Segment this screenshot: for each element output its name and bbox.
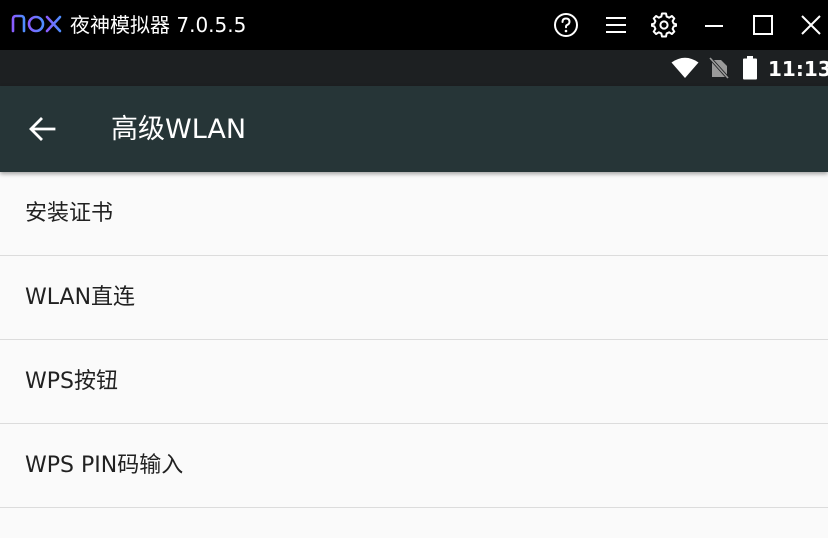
minimize-icon[interactable] [699, 8, 729, 42]
app-toolbar: 高级WLAN [0, 86, 828, 172]
list-item-label: WPS按钮 [25, 369, 118, 394]
settings-icon[interactable] [649, 8, 679, 42]
wifi-icon [671, 57, 699, 78]
close-icon[interactable] [796, 8, 826, 42]
emulator-app-title: 夜神模拟器 7.0.5.5 [70, 13, 247, 37]
nox-logo [11, 14, 62, 33]
list-item-install-certificate[interactable]: 安装证书 [0, 172, 828, 256]
menu-icon[interactable] [601, 8, 631, 42]
page-title: 高级WLAN [111, 114, 247, 145]
back-button[interactable] [22, 111, 62, 147]
list-item-label: WPS PIN码输入 [25, 453, 184, 478]
android-status-bar: 11:13 [0, 50, 828, 86]
maximize-icon[interactable] [748, 8, 778, 42]
list-item-wlan-direct[interactable]: WLAN直连 [0, 256, 828, 340]
status-time: 11:13 [768, 57, 828, 81]
list-item-label: 安装证书 [25, 201, 114, 226]
list-item-wps-pin[interactable]: WPS PIN码输入 [0, 424, 828, 508]
arrow-back-icon [29, 117, 56, 141]
emulator-title-bar: 夜神模拟器 7.0.5.5 [0, 0, 828, 50]
settings-list: 安装证书 WLAN直连 WPS按钮 WPS PIN码输入 [0, 172, 828, 508]
help-icon[interactable] [551, 8, 581, 42]
no-sim-icon [709, 57, 729, 79]
battery-icon [743, 56, 757, 80]
list-item-wps-button[interactable]: WPS按钮 [0, 340, 828, 424]
list-item-label: WLAN直连 [25, 285, 136, 310]
